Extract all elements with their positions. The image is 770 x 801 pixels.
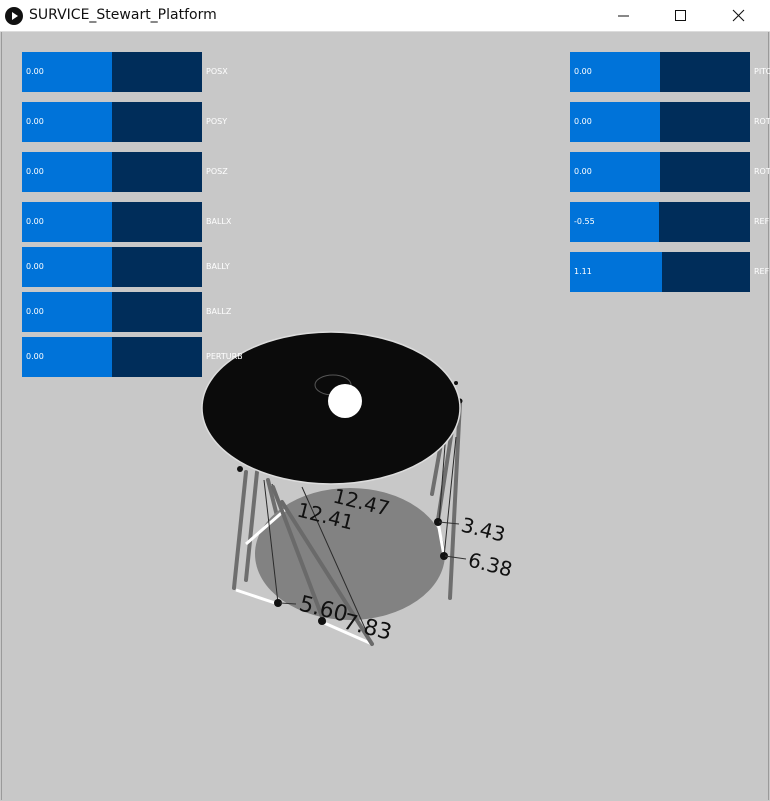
slider-rota[interactable]: 0.00 ROTA [570,152,770,192]
ball[interactable] [328,384,362,418]
slider-ref-a[interactable]: -0.55 REF [570,202,769,242]
slider-bally[interactable]: 0.00 BALLY [22,247,230,287]
close-icon [732,9,745,22]
slider-ballz[interactable]: 0.00 BALLZ [22,292,231,332]
slider-rot[interactable]: 0.00 ROT [570,102,770,142]
window-title: SURVICE_Stewart_Platform [29,7,217,23]
slider-value: 0.00 [26,352,44,361]
slider-value: 0.00 [26,217,44,226]
minimize-icon [618,15,629,17]
slider-value: 1.11 [574,267,592,276]
slider-posz[interactable]: 0.00 POSZ [22,152,228,192]
slider-pitch[interactable]: 0.00 PITC [570,52,770,92]
slider-label: REF [754,267,770,276]
slider-label: BALLX [206,217,232,226]
slider-label: REF [754,217,770,226]
title-bar: SURVICE_Stewart_Platform [0,0,770,32]
slider-value: 0.00 [26,117,44,126]
slider-posy[interactable]: 0.00 POSY [22,102,227,142]
sketch-canvas[interactable]: 12.47 12.41 3.43 6.38 5.60 7.83 0.00 POS… [1,32,770,800]
slider-value: 0.00 [26,167,44,176]
slider-label: BALLY [206,262,230,271]
slider-value: 0.00 [574,167,592,176]
slider-label: BALLZ [206,307,232,316]
slider-label: POSX [206,67,228,76]
slider-perturb[interactable]: 0.00 PERTURB [22,337,243,377]
slider-label: POSZ [206,167,228,176]
slider-label: PITC [754,67,770,76]
stewart-platform-scene[interactable]: 12.47 12.41 3.43 6.38 5.60 7.83 [2,32,770,800]
slider-value: 0.00 [574,117,592,126]
slider-label: PERTURB [206,352,243,361]
slider-value: 0.00 [26,262,44,271]
slider-value: 0.00 [574,67,592,76]
slider-posx[interactable]: 0.00 POSX [22,52,228,92]
slider-label: ROTA [754,167,770,176]
processing-play-icon [5,7,23,25]
slider-ballx[interactable]: 0.00 BALLX [22,202,231,242]
leg-length-label: 6.38 [466,548,515,582]
slider-label: ROT [754,117,770,126]
slider-value: 0.00 [26,67,44,76]
leg-length-label: 3.43 [459,513,508,547]
slider-label: POSY [206,117,228,126]
close-button[interactable] [711,0,769,31]
minimize-button[interactable] [595,0,653,31]
maximize-icon [675,10,686,21]
slider-ref-b[interactable]: 1.11 REF [570,252,769,292]
slider-value: -0.55 [574,217,595,226]
slider-value: 0.00 [26,307,44,316]
maximize-button[interactable] [653,0,711,31]
